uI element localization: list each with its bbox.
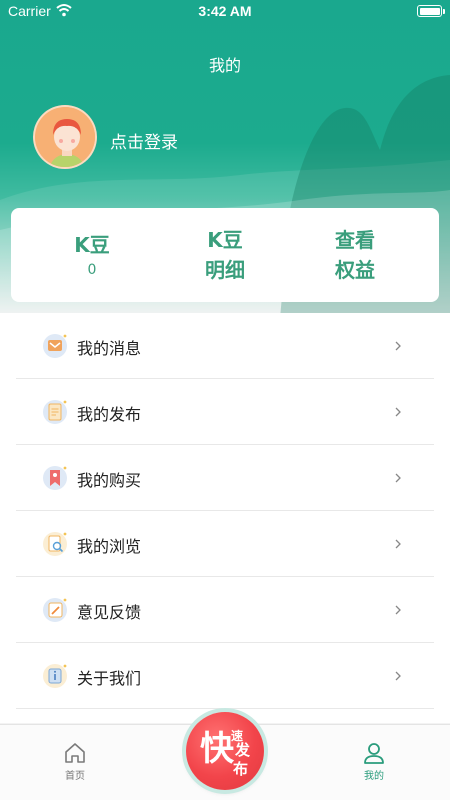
quick-publish-button[interactable]: 快 速 发 布	[186, 712, 264, 790]
about-icon	[43, 664, 67, 688]
benefits-line2: 权益	[335, 258, 375, 282]
status-time: 3:42 AM	[198, 3, 252, 19]
battery-icon	[417, 5, 442, 17]
publish-icon	[43, 400, 67, 424]
fab-char: 布	[233, 760, 249, 778]
chevron-right-icon	[395, 671, 401, 681]
chevron-right-icon	[395, 605, 401, 615]
login-link[interactable]: 点击登录	[110, 128, 178, 153]
menu-item-about[interactable]: 关于我们	[16, 643, 434, 709]
menu-item-feedback[interactable]: 意见反馈	[16, 577, 434, 643]
kdou-detail-button[interactable]: K豆 明细	[154, 208, 296, 302]
menu-item-publish[interactable]: 我的发布	[16, 379, 434, 445]
kdou-value: 0	[87, 262, 97, 278]
home-icon	[65, 743, 85, 763]
tab-mine-label: 我的	[364, 771, 384, 782]
message-icon	[43, 334, 67, 358]
browse-icon	[43, 532, 67, 556]
avatar[interactable]	[33, 105, 97, 169]
benefits-line1: 查看	[335, 228, 375, 252]
view-benefits-button[interactable]: 查看 权益	[284, 208, 426, 302]
menu-label: 我的消息	[77, 339, 142, 358]
menu-label: 关于我们	[77, 669, 142, 688]
stats-card: K豆 0 K豆 明细 查看 权益	[11, 208, 439, 302]
kdou-label: K豆	[74, 233, 110, 257]
menu-list: 我的消息 我的发布 我的购买 我的浏览 意见反馈 关于我们	[0, 313, 450, 723]
tab-home-label: 首页	[65, 771, 85, 782]
tab-home[interactable]: 首页	[45, 741, 105, 782]
chevron-right-icon	[395, 539, 401, 549]
menu-label: 我的浏览	[77, 537, 142, 556]
kdou-detail-line2: 明细	[205, 258, 245, 282]
menu-label: 意见反馈	[77, 603, 142, 622]
feedback-icon	[43, 598, 67, 622]
page-title: 我的	[208, 56, 241, 75]
chevron-right-icon	[395, 341, 401, 351]
tab-mine[interactable]: 我的	[344, 741, 404, 782]
kdou-detail-line1: K豆	[207, 228, 243, 252]
user-icon	[364, 743, 384, 764]
menu-item-browse[interactable]: 我的浏览	[16, 511, 434, 577]
kdou-balance[interactable]: K豆 0	[21, 208, 163, 302]
chevron-right-icon	[395, 473, 401, 483]
fab-char: 发	[235, 741, 251, 759]
menu-label: 我的购买	[77, 471, 142, 490]
menu-item-purchases[interactable]: 我的购买	[16, 445, 434, 511]
fab-main-char: 快	[200, 729, 234, 769]
chevron-right-icon	[395, 407, 401, 417]
menu-label: 我的发布	[77, 405, 142, 424]
battery-tip	[443, 9, 445, 14]
purchase-icon	[43, 466, 67, 490]
menu-item-messages[interactable]: 我的消息	[16, 313, 434, 379]
status-bar: Carrier 3:42 AM	[0, 0, 450, 24]
